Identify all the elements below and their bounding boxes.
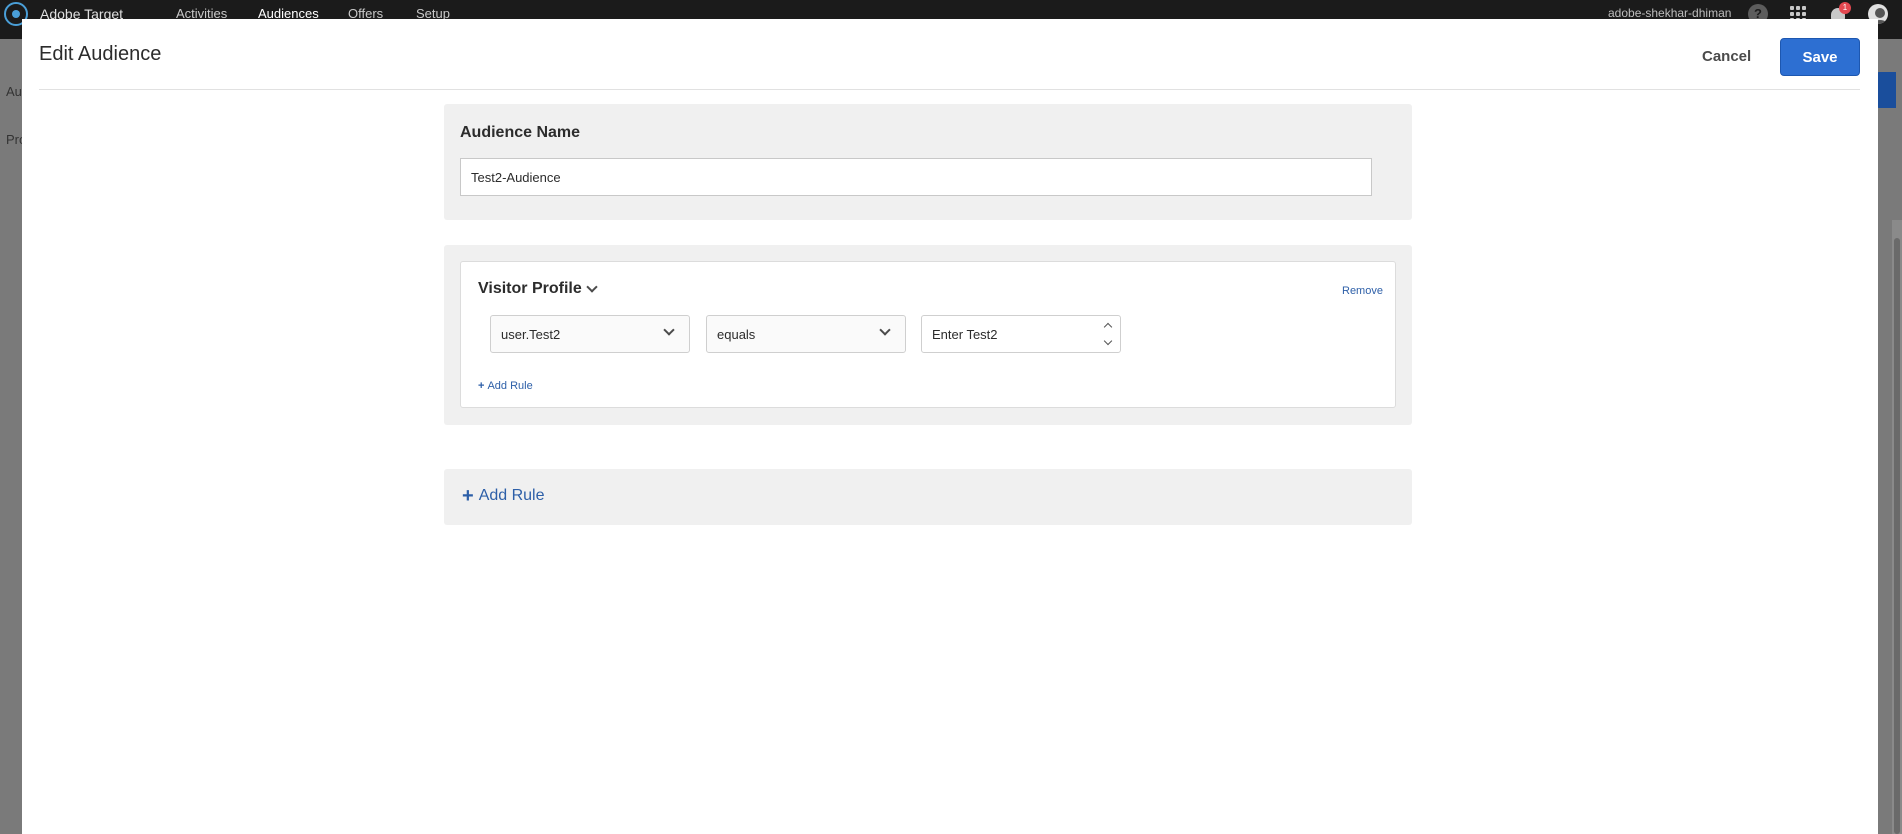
modal-title: Edit Audience [39, 43, 162, 65]
chevron-up-icon [1103, 322, 1113, 332]
header-divider [39, 89, 1860, 90]
save-button[interactable]: Save [1780, 38, 1860, 76]
operator-select[interactable]: equals [706, 315, 906, 353]
plus-icon: + [478, 380, 485, 392]
add-rule-outer-label: Add Rule [478, 487, 545, 504]
chevron-down-icon [879, 324, 891, 336]
audience-name-label: Audience Name [460, 124, 581, 141]
add-rule-inner-link[interactable]: + Add Rule [478, 380, 533, 392]
attribute-select-value: user.Test2 [501, 326, 561, 342]
background-page-title: Au [6, 84, 22, 99]
chevron-down-icon [1103, 336, 1113, 346]
remove-rule-link[interactable]: Remove [1342, 285, 1383, 297]
value-spinner[interactable] [1099, 317, 1117, 351]
background-scrollbar [1892, 220, 1902, 834]
rule-group-panel: Visitor Profile Remove user.Test2 equals… [444, 245, 1412, 425]
notification-badge: 1 [1839, 2, 1851, 14]
rule-type-label: Visitor Profile [478, 280, 582, 297]
add-rule-outer-link[interactable]: + Add Rule [462, 485, 545, 507]
background-create-button [1876, 72, 1896, 108]
spinner-up[interactable] [1099, 317, 1117, 334]
add-rule-panel: + Add Rule [444, 469, 1412, 525]
attribute-select[interactable]: user.Test2 [490, 315, 690, 353]
rule-type-dropdown[interactable]: Visitor Profile [478, 280, 598, 298]
spinner-down[interactable] [1099, 334, 1117, 351]
rule-value-input[interactable] [921, 315, 1121, 353]
chevron-down-icon [663, 324, 675, 336]
audience-name-input[interactable] [460, 158, 1372, 196]
add-rule-inner-label: Add Rule [487, 380, 533, 392]
audience-name-panel: Audience Name [444, 104, 1412, 220]
user-name[interactable]: adobe-shekhar-dhiman [1608, 6, 1731, 20]
cancel-button[interactable]: Cancel [1702, 48, 1751, 65]
rule-card: Visitor Profile Remove user.Test2 equals… [460, 261, 1396, 408]
plus-icon: + [462, 485, 474, 507]
chevron-down-icon [586, 281, 598, 293]
operator-select-value: equals [717, 326, 756, 342]
